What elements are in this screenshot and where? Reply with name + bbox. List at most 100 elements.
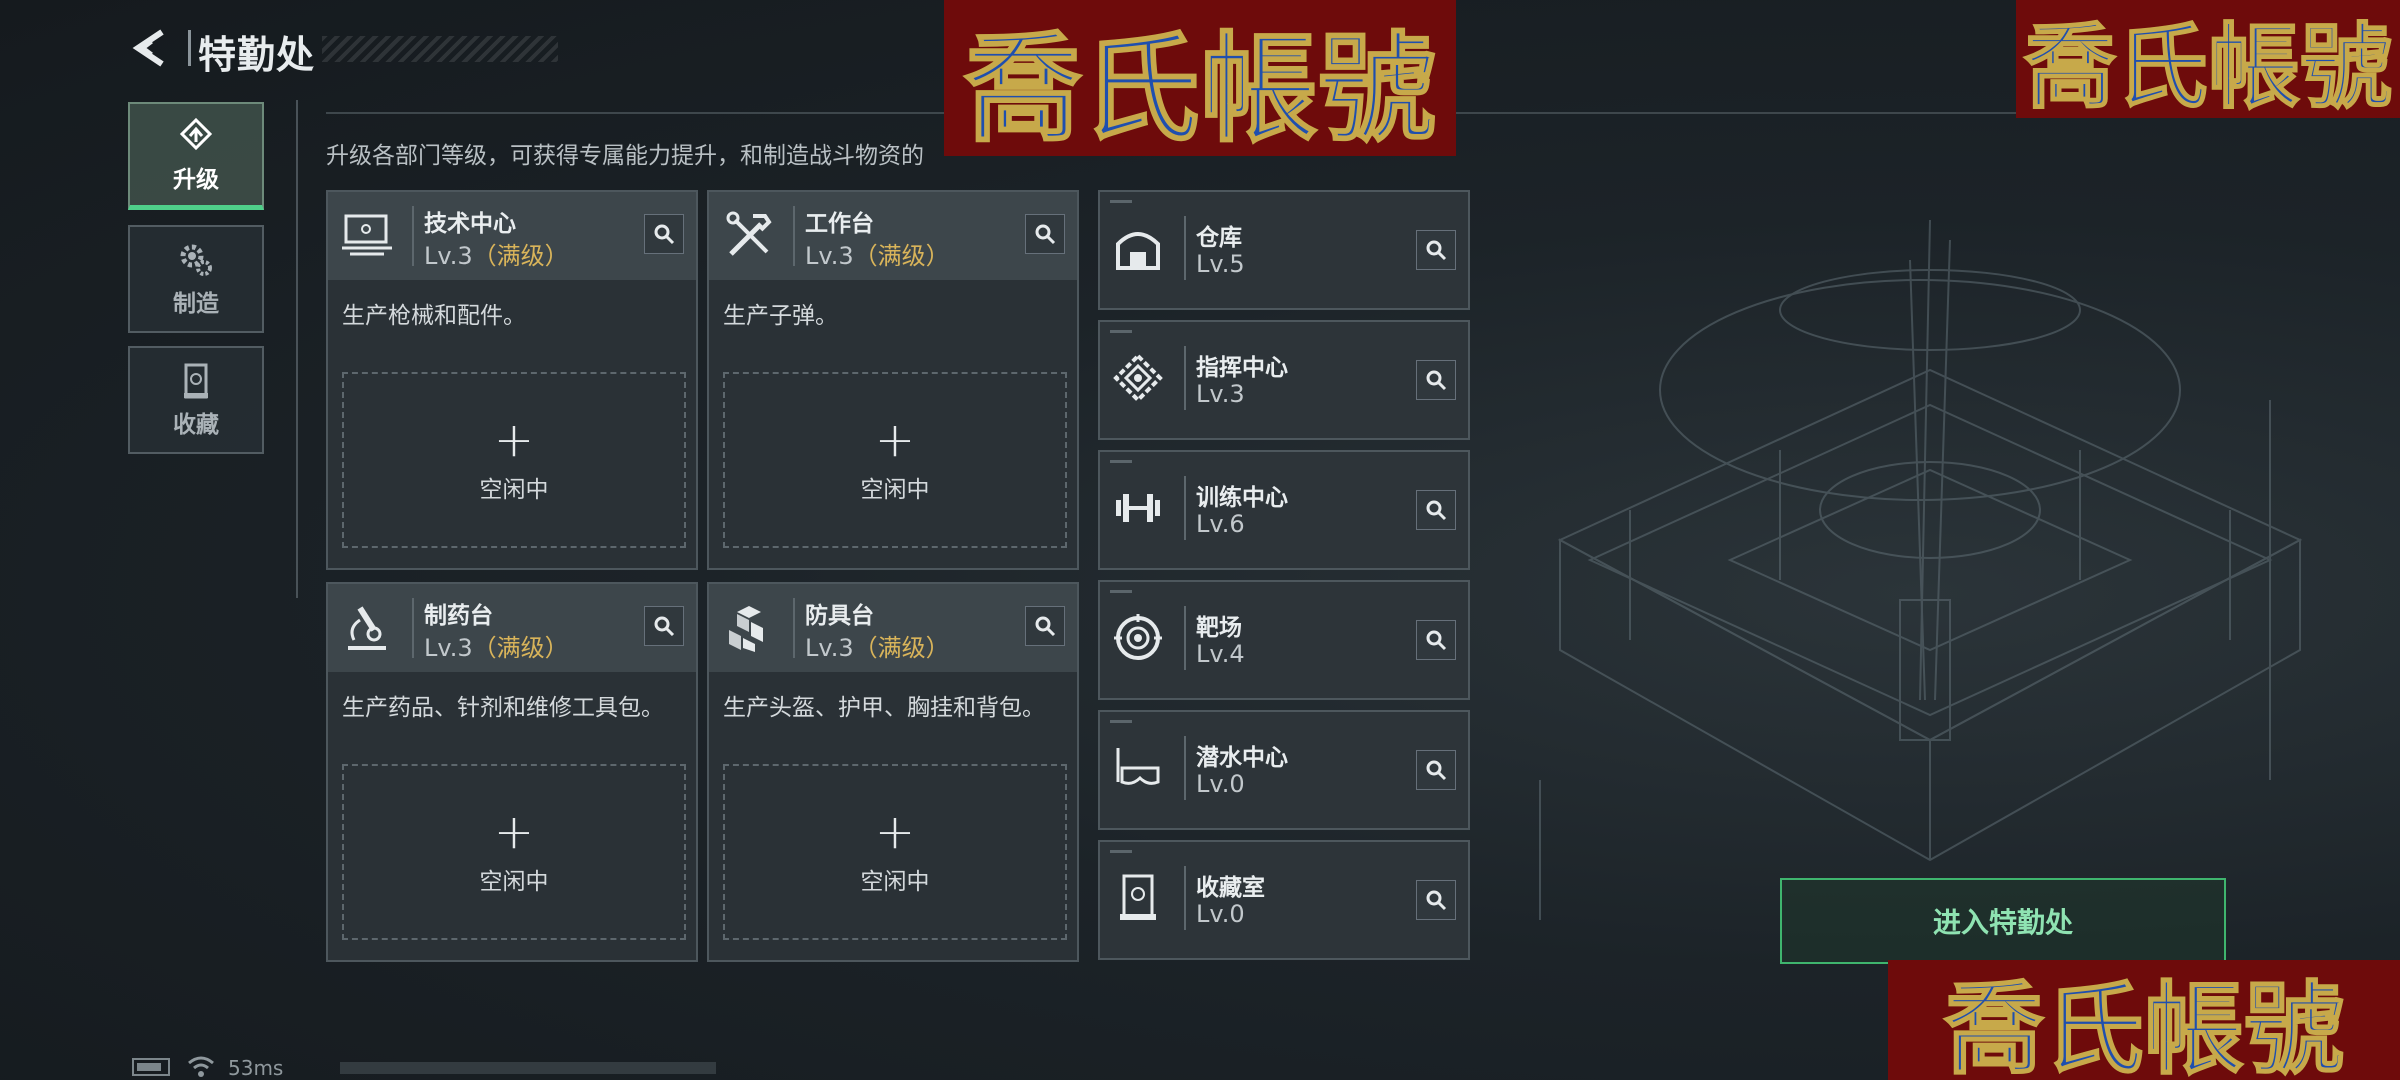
inspect-button[interactable] (1416, 230, 1456, 270)
facility-card-pharmacy[interactable]: 制药台 Lv.3（满级） 生产药品、针剂和维修工具包。 + 空闲中 (326, 582, 698, 962)
production-slot[interactable]: + 空闲中 (342, 764, 686, 940)
facility-name: 收藏室 (1196, 875, 1265, 901)
slot-status: 空闲中 (479, 869, 549, 895)
inspect-button[interactable] (644, 214, 684, 254)
bottom-status-bar (340, 1062, 716, 1074)
title-divider (188, 30, 191, 66)
facility-description: 生产枪械和配件。 (342, 303, 526, 329)
slot-status: 空闲中 (860, 477, 930, 503)
facility-card-training-center[interactable]: 训练中心 Lv.6 (1098, 450, 1470, 570)
tools-icon (726, 211, 772, 256)
search-icon (654, 224, 675, 245)
facility-description: 生产药品、针剂和维修工具包。 (342, 695, 664, 721)
card-tick (1110, 590, 1132, 593)
collection-icon (184, 363, 208, 399)
search-icon (1035, 616, 1056, 637)
inspect-button[interactable] (1025, 606, 1065, 646)
facility-card-command-center[interactable]: 指挥中心 Lv.3 (1098, 320, 1470, 440)
facility-description: 生产头盔、护甲、胸挂和背包。 (723, 695, 1045, 721)
inspect-button[interactable] (1416, 750, 1456, 790)
inspect-button[interactable] (1416, 490, 1456, 530)
nav-tab-upgrade[interactable]: 升级 (128, 102, 264, 210)
card-tick (1110, 460, 1132, 463)
card-separator (1184, 346, 1186, 410)
search-icon (1426, 630, 1447, 651)
facility-level: Lv.3 (1196, 380, 1245, 408)
search-icon (654, 616, 675, 637)
add-production-icon: + (874, 412, 916, 468)
facility-card-armor-bench[interactable]: 防具台 Lv.3（满级） 生产头盔、护甲、胸挂和背包。 + 空闲中 (707, 582, 1079, 962)
inspect-button[interactable] (1025, 214, 1065, 254)
watermark-top-center: 喬氏帳號 (944, 0, 1456, 156)
card-separator (412, 206, 414, 266)
search-icon (1426, 760, 1447, 781)
watermark-bottom-right: 喬氏帳號 (1888, 960, 2400, 1080)
card-separator (793, 206, 795, 266)
facility-card-diving-center[interactable]: 潜水中心 Lv.0 (1098, 710, 1470, 830)
warehouse-icon (1116, 232, 1160, 270)
production-slot[interactable]: + 空闲中 (342, 372, 686, 548)
wifi-icon (188, 1056, 214, 1077)
card-tick (1110, 720, 1132, 723)
target-icon (1114, 614, 1162, 660)
card-separator (1184, 606, 1186, 670)
search-icon (1426, 370, 1447, 391)
facility-level: Lv.3（满级） (424, 634, 569, 662)
armor-icon (729, 606, 763, 652)
inspect-button[interactable] (1416, 620, 1456, 660)
dumbbell-icon (1116, 494, 1160, 522)
card-separator (412, 598, 414, 658)
display-case-icon (1120, 874, 1156, 920)
enter-facility-label: 进入特勤处 (1932, 906, 2073, 939)
facility-level: Lv.0 (1196, 770, 1245, 798)
facility-name: 仓库 (1196, 225, 1242, 251)
facility-name: 指挥中心 (1196, 355, 1288, 381)
card-separator (1184, 736, 1186, 800)
facility-level: Lv.6 (1196, 510, 1245, 538)
facility-level: Lv.3（满级） (424, 242, 569, 270)
card-separator (1184, 866, 1186, 930)
facility-description: 生产子弹。 (723, 303, 838, 329)
facility-card-tech-center[interactable]: 技术中心 Lv.3（满级） 生产枪械和配件。 + 空闲中 (326, 190, 698, 570)
production-slot[interactable]: + 空闲中 (723, 764, 1067, 940)
facility-name: 技术中心 (424, 211, 516, 237)
enter-facility-button[interactable]: 进入特勤处 (1780, 878, 2226, 964)
back-arrow-icon[interactable] (128, 26, 172, 70)
search-icon (1426, 500, 1447, 521)
inspect-button[interactable] (644, 606, 684, 646)
network-ping: 53ms (228, 1056, 284, 1080)
facility-card-warehouse[interactable]: 仓库 Lv.5 (1098, 190, 1470, 310)
watermark-top-right: 喬氏帳號 (2016, 0, 2400, 118)
facility-name: 制药台 (424, 603, 493, 629)
nav-tab-label: 升级 (173, 166, 219, 193)
title-decoration (322, 36, 558, 62)
facility-card-collection-room[interactable]: 收藏室 Lv.0 (1098, 840, 1470, 960)
inspect-button[interactable] (1416, 880, 1456, 920)
nav-tab-collection[interactable]: 收藏 (128, 346, 264, 454)
workstation-icon (342, 214, 392, 256)
nav-tab-craft[interactable]: 制造 (128, 225, 264, 333)
card-tick (1110, 330, 1132, 333)
card-tick (1110, 850, 1132, 853)
max-level-tag: （满级） (472, 634, 569, 662)
facility-level: Lv.0 (1196, 900, 1245, 928)
card-tick (1110, 200, 1132, 203)
add-production-icon: + (874, 804, 916, 860)
upgrade-icon (179, 117, 213, 150)
facility-card-workbench[interactable]: 工作台 Lv.3（满级） 生产子弹。 + 空闲中 (707, 190, 1079, 570)
card-separator (1184, 476, 1186, 540)
facility-name: 潜水中心 (1196, 745, 1288, 771)
microscope-icon (348, 606, 386, 650)
facility-name: 靶场 (1196, 615, 1242, 641)
slot-status: 空闲中 (860, 869, 930, 895)
page-title: 特勤处 (198, 33, 316, 77)
add-production-icon: + (493, 412, 535, 468)
card-separator (1184, 216, 1186, 280)
card-separator (793, 598, 795, 658)
facility-name: 防具台 (805, 603, 874, 629)
nav-divider (296, 100, 298, 598)
facility-card-shooting-range[interactable]: 靶场 Lv.4 (1098, 580, 1470, 700)
facility-level: Lv.3（满级） (805, 242, 950, 270)
inspect-button[interactable] (1416, 360, 1456, 400)
production-slot[interactable]: + 空闲中 (723, 372, 1067, 548)
